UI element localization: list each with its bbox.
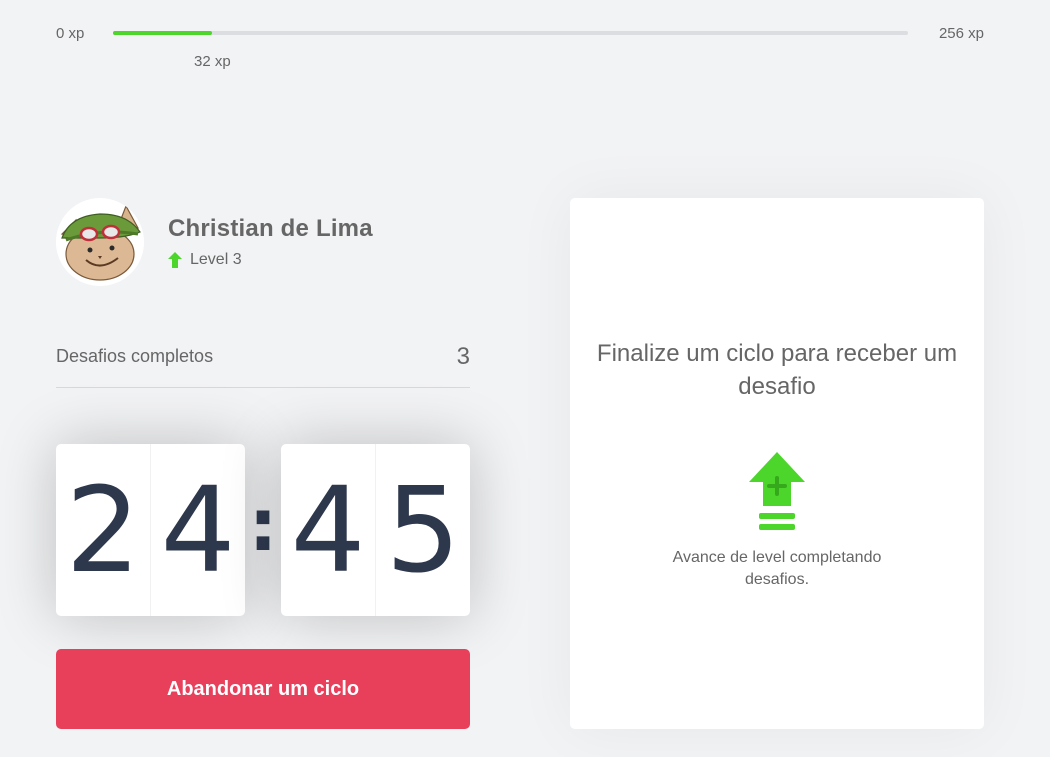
seconds-card: 4 5 <box>281 444 470 616</box>
profile: Christian de Lima Level 3 <box>56 198 470 286</box>
countdown-separator: : <box>248 483 278 567</box>
second-digit-right: 5 <box>385 461 461 599</box>
challenge-box-hint: Avance de level completando desafios. <box>672 549 882 588</box>
minutes-card: 2 4 <box>56 444 245 616</box>
profile-info: Christian de Lima Level 3 <box>168 215 373 269</box>
minute-digit-right: 4 <box>160 461 236 599</box>
challenge-box: Finalize um ciclo para receber um desafi… <box>570 198 984 729</box>
challenge-box-title: Finalize um ciclo para receber um desafi… <box>596 340 958 400</box>
completed-challenges-count: 3 <box>456 343 470 370</box>
experience-bar: 0 xp 32 xp 256 xp <box>56 22 984 70</box>
level-up-icon <box>749 452 805 530</box>
minute-digit-left: 2 <box>56 444 151 616</box>
abandon-cycle-button[interactable]: Abandonar um ciclo <box>56 649 470 729</box>
xp-min-label: 0 xp <box>56 25 85 42</box>
completed-challenges: Desafios completos 3 <box>56 340 470 388</box>
avatar <box>56 198 144 286</box>
profile-name: Christian de Lima <box>168 215 373 242</box>
xp-track: 32 xp <box>113 31 908 70</box>
teemo-avatar-icon <box>56 198 144 286</box>
xp-max-label: 256 xp <box>938 25 984 42</box>
xp-progress-fill <box>113 31 213 35</box>
countdown: 2 4 : 4 5 <box>56 444 470 616</box>
xp-current-label: 32 xp <box>194 53 231 70</box>
completed-challenges-label: Desafios completos <box>56 346 214 366</box>
level-up-arrow-icon <box>168 252 182 268</box>
second-digit-left: 4 <box>281 444 376 616</box>
move-it-page: 0 xp 32 xp 256 xp Christian de Lima Leve… <box>0 0 1050 757</box>
profile-level: Level 3 <box>168 251 373 269</box>
profile-level-label: Level 3 <box>190 251 242 268</box>
